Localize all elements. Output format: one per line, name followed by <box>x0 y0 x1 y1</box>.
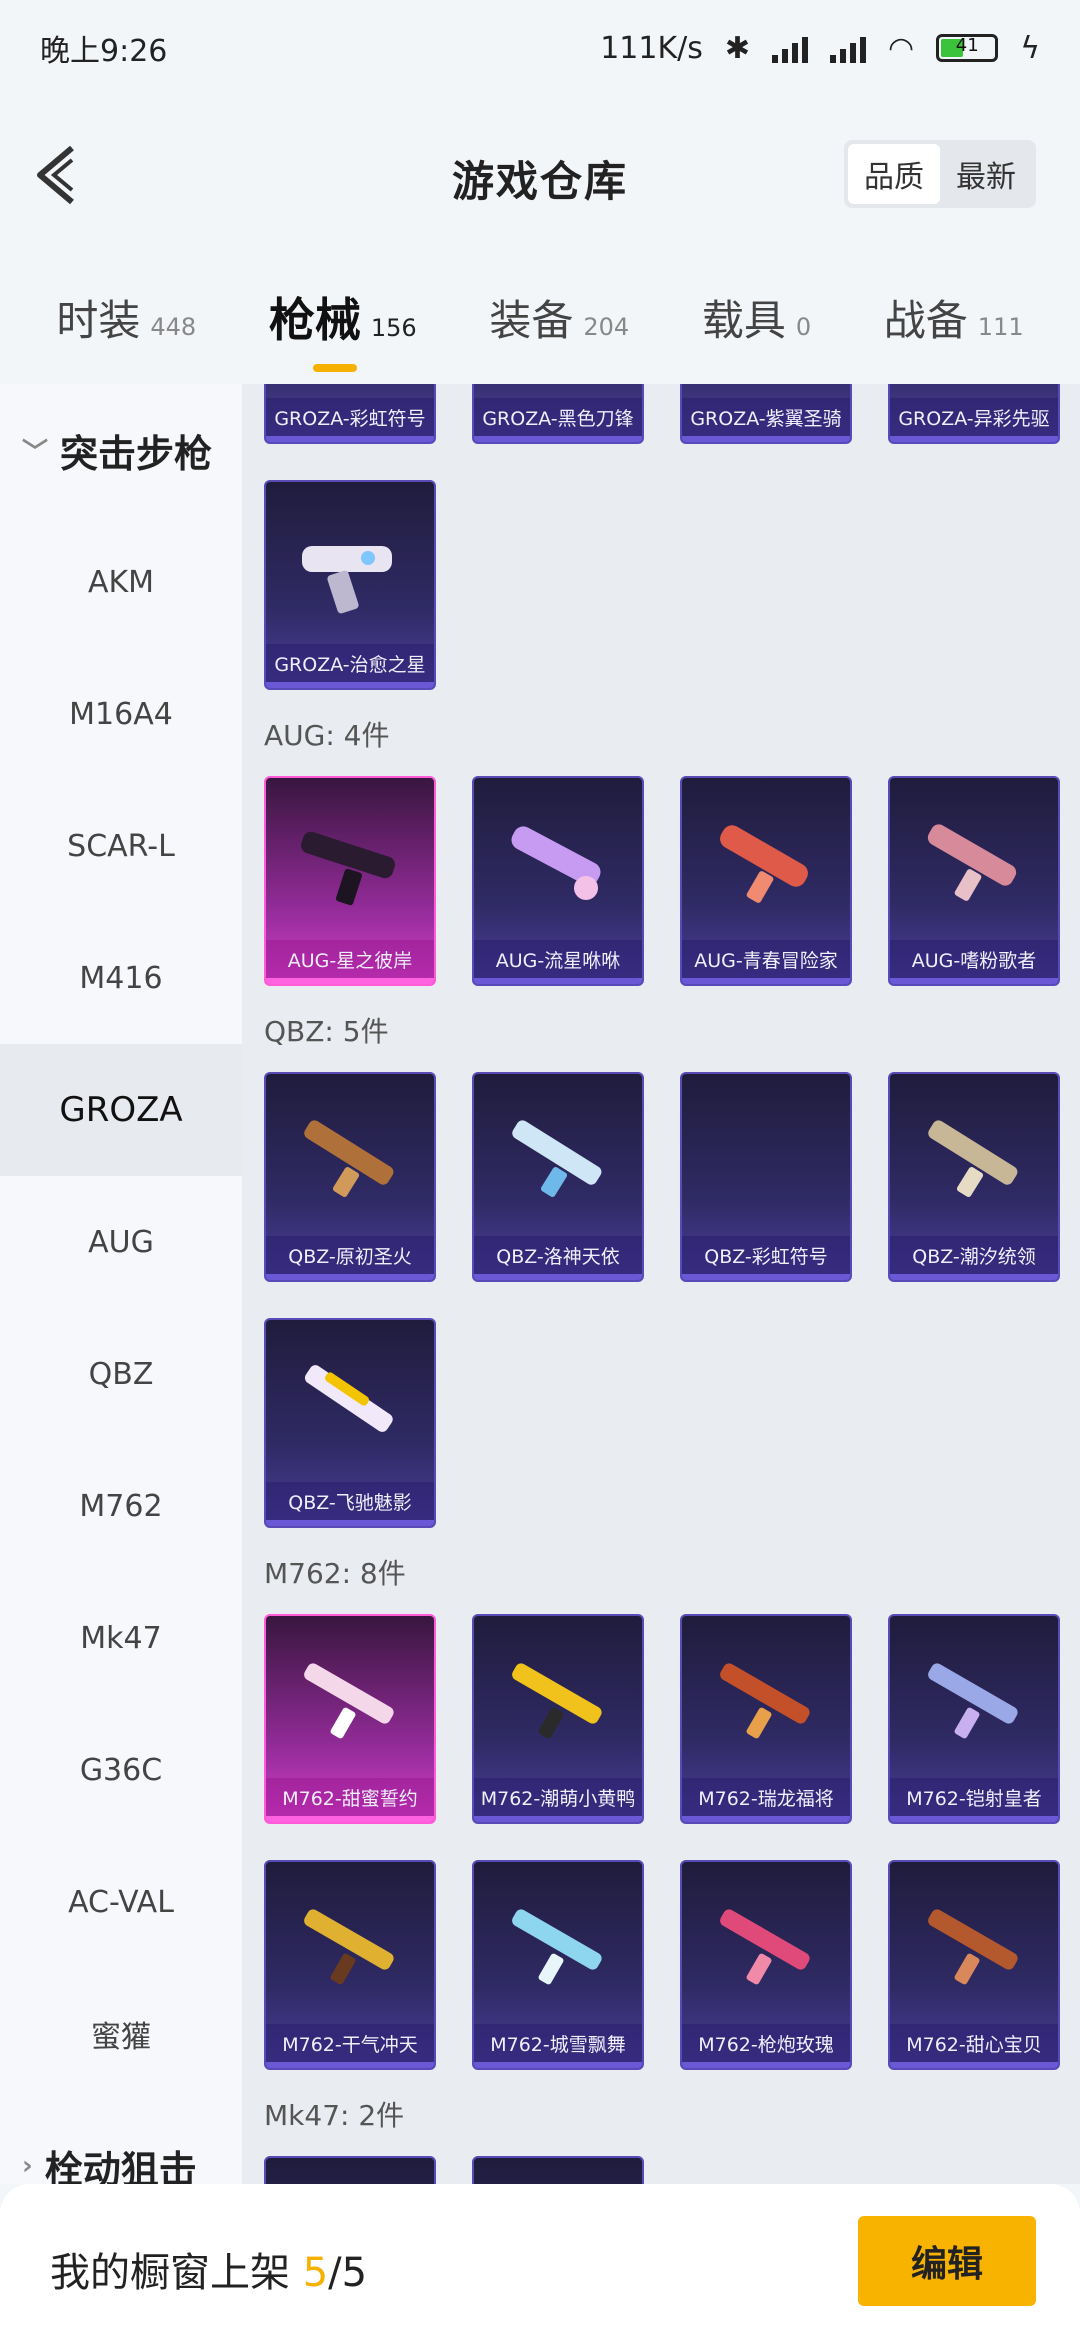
skin-card[interactable]: M762-铠射皇者 <box>888 1614 1060 1824</box>
gun-icon <box>928 1120 1018 1197</box>
skin-card[interactable]: QBZ-原初圣火 <box>264 1072 436 1282</box>
chevron-down-icon: ﹀ <box>22 437 49 468</box>
section-title-qbz: QBZ: 5件 <box>264 1015 389 1048</box>
skin-card[interactable]: M762-瑞龙福将 <box>680 1614 852 1824</box>
battery-icon: 41 <box>936 34 999 62</box>
battery-level: 41 <box>955 35 979 56</box>
skin-card[interactable]: M762-城雪飘舞 <box>472 1860 644 2070</box>
skin-card[interactable]: M762-干气冲天 <box>264 1860 436 2070</box>
skin-card[interactable]: AUG-青春冒险家 <box>680 776 852 986</box>
network-speed: 111K/s <box>600 30 703 66</box>
section-title-aug: AUG: 4件 <box>264 719 390 752</box>
gun-icon <box>304 1663 394 1739</box>
gun-icon <box>720 1663 810 1739</box>
tab-fashion[interactable]: 时装 448 <box>56 287 196 348</box>
skin-card[interactable]: GROZA-紫翼圣骑 <box>680 384 852 444</box>
sidebar-item-honey-badger[interactable]: 蜜獾 <box>0 1968 242 2100</box>
sort-quality-button[interactable]: 品质 <box>848 144 940 204</box>
gun-icon <box>928 1663 1018 1739</box>
skin-card[interactable]: QBZ-潮汐统领 <box>888 1072 1060 1282</box>
gun-icon <box>512 1909 602 1985</box>
section-title-mk47: Mk47: 2件 <box>264 2099 405 2132</box>
skin-card[interactable]: GROZA-治愈之星 <box>264 480 436 690</box>
skin-card[interactable] <box>264 2156 436 2184</box>
sidebar-item-aug[interactable]: AUG <box>0 1176 242 1308</box>
weapon-sidebar: ﹀ 突击步枪 AKM M16A4 SCAR-L M416 GROZA AUG QB… <box>0 384 242 2192</box>
tab-equipment[interactable]: 装备 204 <box>489 287 629 348</box>
sidebar-item-g36c[interactable]: G36C <box>0 1704 242 1836</box>
showcase-count: 5 <box>302 2250 329 2296</box>
sidebar-item-ac-val[interactable]: AC-VAL <box>0 1836 242 1968</box>
skin-card[interactable]: M762-甜蜜誓约 <box>264 1614 436 1824</box>
sort-newest-button[interactable]: 最新 <box>940 144 1032 204</box>
sidebar-item-scar-l[interactable]: SCAR-L <box>0 780 242 912</box>
skin-card[interactable]: AUG-星之彼岸 <box>264 776 436 986</box>
skin-card[interactable]: GROZA-黑色刀锋 <box>472 384 644 444</box>
status-time: 晚上9:26 <box>40 34 168 69</box>
status-icons: 111K/s ✱ ◠ 41 ϟ <box>600 31 1040 66</box>
bottom-bar: 我的橱窗上架 5/5 编辑 <box>0 2184 1080 2340</box>
gun-icon <box>511 826 601 900</box>
sidebar-item-m762[interactable]: M762 <box>0 1440 242 1572</box>
skin-card[interactable]: AUG-嗜粉歌者 <box>888 776 1060 986</box>
skin-card[interactable]: AUG-流星咻咻 <box>472 776 644 986</box>
skin-card[interactable]: M762-潮萌小黄鸭 <box>472 1614 644 1824</box>
skin-card[interactable]: QBZ-飞驰魅影 <box>264 1318 436 1528</box>
status-bar: 晚上9:26 111K/s ✱ ◠ 41 ϟ <box>0 0 1080 96</box>
wifi-icon: ◠ <box>888 30 915 66</box>
skin-card[interactable]: GROZA-彩虹符号 <box>264 384 436 444</box>
showcase-label: 我的橱窗上架 5/5 <box>50 2250 368 2296</box>
sidebar-item-m416[interactable]: M416 <box>0 912 242 1044</box>
tab-supplies[interactable]: 战备 111 <box>884 287 1024 348</box>
skin-card[interactable]: M762-甜心宝贝 <box>888 1860 1060 2070</box>
gun-icon <box>304 1365 393 1432</box>
gun-icon <box>720 825 808 903</box>
category-tabs: 时装 448 枪械 156 装备 204 载具 0 战备 111 <box>0 262 1080 372</box>
gun-icon <box>301 831 395 906</box>
signal-icon <box>772 33 809 63</box>
category-assault-rifle[interactable]: ﹀ 突击步枪 <box>0 384 242 516</box>
chevron-right-icon: › <box>22 2151 33 2181</box>
weapon-grid: GROZA-彩虹符号 GROZA-黑色刀锋 GROZA-紫翼圣骑 GROZA-异… <box>242 384 1080 2184</box>
gun-icon <box>304 1909 394 1985</box>
gun-icon <box>302 546 392 614</box>
skin-card[interactable] <box>472 2156 644 2184</box>
skin-card[interactable]: M762-枪炮玫瑰 <box>680 1860 852 2070</box>
gun-icon <box>720 1909 810 1985</box>
sidebar-item-m16a4[interactable]: M16A4 <box>0 648 242 780</box>
sidebar-item-qbz[interactable]: QBZ <box>0 1308 242 1440</box>
sidebar-item-mk47[interactable]: Mk47 <box>0 1572 242 1704</box>
skin-card[interactable]: QBZ-洛神天依 <box>472 1072 644 1282</box>
gun-icon <box>304 1120 394 1197</box>
header: 游戏仓库 品质 最新 <box>0 120 1080 230</box>
gun-icon <box>928 1909 1018 1985</box>
gun-icon <box>927 824 1017 901</box>
charging-icon: ϟ <box>1020 30 1040 66</box>
edit-button[interactable]: 编辑 <box>858 2216 1036 2306</box>
sidebar-item-akm[interactable]: AKM <box>0 516 242 648</box>
showcase-total: /5 <box>328 2250 368 2296</box>
tab-firearms[interactable]: 枪械 156 <box>269 284 417 372</box>
hd-signal-icon <box>830 33 867 63</box>
gun-icon <box>512 1663 602 1739</box>
gun-icon <box>512 1120 602 1197</box>
sidebar-item-groza[interactable]: GROZA <box>0 1044 242 1176</box>
section-title-m762: M762: 8件 <box>264 1557 406 1590</box>
bluetooth-icon: ✱ <box>724 30 751 66</box>
tab-vehicles[interactable]: 载具 0 <box>702 287 811 348</box>
sort-toggle: 品质 最新 <box>844 140 1036 208</box>
skin-card[interactable]: QBZ-彩虹符号 <box>680 1072 852 1282</box>
skin-card[interactable]: GROZA-异彩先驱 <box>888 384 1060 444</box>
